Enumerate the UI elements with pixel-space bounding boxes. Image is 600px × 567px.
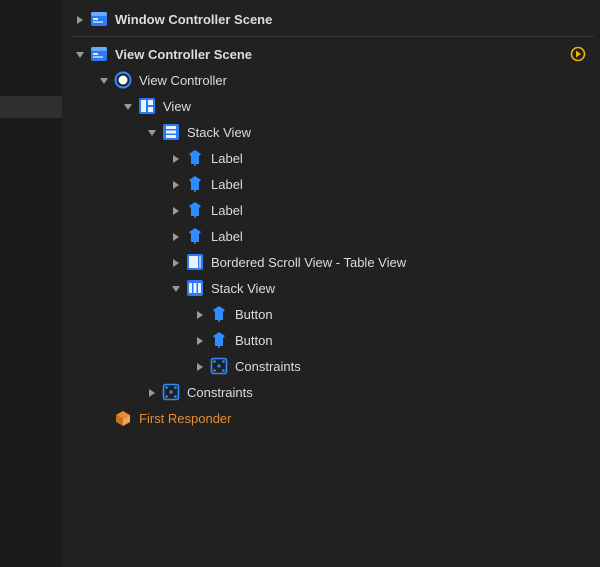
item-constraints-inner[interactable]: Constraints <box>62 353 600 379</box>
label-icon <box>186 201 204 219</box>
disclosure-down-icon[interactable] <box>144 125 158 139</box>
disclosure-down-icon[interactable] <box>120 99 134 113</box>
item-label: Stack View <box>187 125 251 140</box>
item-label: Label <box>211 229 243 244</box>
document-outline[interactable]: Window Controller Scene View Controller … <box>62 0 600 567</box>
stack-view-horizontal-icon <box>186 279 204 297</box>
item-label-0[interactable]: Label <box>62 145 600 171</box>
disclosure-down-icon[interactable] <box>168 281 182 295</box>
disclosure-right-icon[interactable] <box>144 385 158 399</box>
go-to-icon[interactable] <box>570 46 586 62</box>
item-stack-view[interactable]: Stack View <box>62 119 600 145</box>
view-icon <box>138 97 156 115</box>
item-view[interactable]: View <box>62 93 600 119</box>
item-button-0[interactable]: Button <box>62 301 600 327</box>
constraints-icon <box>162 383 180 401</box>
item-label: First Responder <box>139 411 231 426</box>
scene-view-controller[interactable]: View Controller Scene <box>62 41 600 67</box>
cube-icon <box>114 409 132 427</box>
item-label-2[interactable]: Label <box>62 197 600 223</box>
disclosure-right-icon[interactable] <box>168 177 182 191</box>
disclosure-right-icon[interactable] <box>192 307 206 321</box>
stack-view-vertical-icon <box>162 123 180 141</box>
item-label: Constraints <box>187 385 253 400</box>
disclosure-right-icon[interactable] <box>192 359 206 373</box>
item-label: Button <box>235 333 273 348</box>
button-icon <box>210 331 228 349</box>
constraints-icon <box>210 357 228 375</box>
item-scroll-view[interactable]: Bordered Scroll View - Table View <box>62 249 600 275</box>
scene-label: Window Controller Scene <box>115 12 272 27</box>
disclosure-right-icon[interactable] <box>168 255 182 269</box>
item-label-1[interactable]: Label <box>62 171 600 197</box>
disclosure-right-icon[interactable] <box>168 203 182 217</box>
item-label: Label <box>211 151 243 166</box>
scene-window-controller[interactable]: Window Controller Scene <box>62 6 600 32</box>
scene-label: View Controller Scene <box>115 47 252 62</box>
item-label: Label <box>211 177 243 192</box>
disclosure-right-icon[interactable] <box>168 151 182 165</box>
item-label: Label <box>211 203 243 218</box>
disclosure-right-icon[interactable] <box>72 12 86 26</box>
scene-icon <box>90 45 108 63</box>
label-icon <box>186 175 204 193</box>
label-icon <box>186 227 204 245</box>
item-stack-view-inner[interactable]: Stack View <box>62 275 600 301</box>
item-label-3[interactable]: Label <box>62 223 600 249</box>
disclosure-right-icon[interactable] <box>168 229 182 243</box>
disclosure-right-icon[interactable] <box>192 333 206 347</box>
navigator-gutter <box>0 0 62 567</box>
divider <box>72 36 594 37</box>
item-view-controller[interactable]: View Controller <box>62 67 600 93</box>
gutter-selection <box>0 96 62 118</box>
item-first-responder[interactable]: First Responder <box>62 405 600 431</box>
label-icon <box>186 149 204 167</box>
scene-icon <box>90 10 108 28</box>
disclosure-down-icon[interactable] <box>96 73 110 87</box>
button-icon <box>210 305 228 323</box>
view-controller-icon <box>114 71 132 89</box>
item-button-1[interactable]: Button <box>62 327 600 353</box>
item-label: Constraints <box>235 359 301 374</box>
scroll-view-icon <box>186 253 204 271</box>
item-label: View <box>163 99 191 114</box>
item-label: Stack View <box>211 281 275 296</box>
item-label: Bordered Scroll View - Table View <box>211 255 406 270</box>
item-label: View Controller <box>139 73 227 88</box>
item-constraints[interactable]: Constraints <box>62 379 600 405</box>
disclosure-down-icon[interactable] <box>72 47 86 61</box>
item-label: Button <box>235 307 273 322</box>
